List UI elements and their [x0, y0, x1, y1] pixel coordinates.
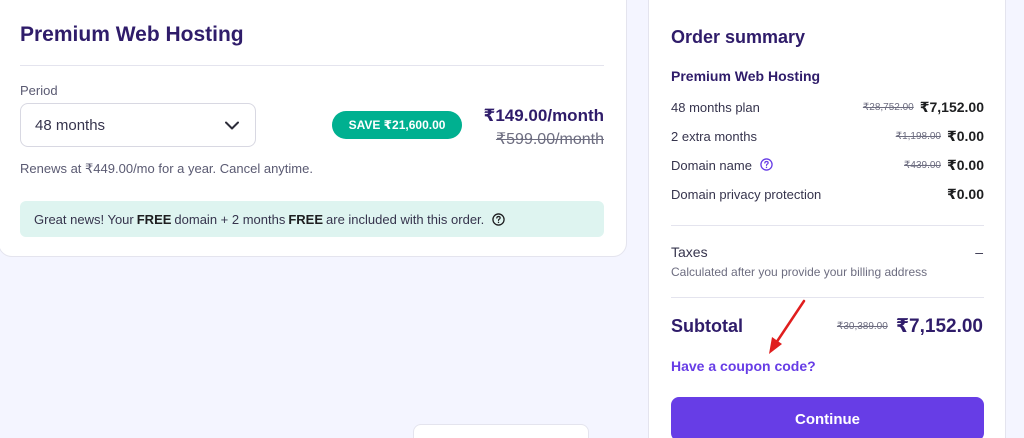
- renew-text: Renews at ₹449.00/mo for a year. Cancel …: [20, 161, 313, 176]
- taxes-value: –: [975, 244, 983, 260]
- line-item-domain: Domain name ₹439.00 ₹0.00: [671, 157, 984, 174]
- floating-panel-edge: [413, 424, 589, 438]
- banner-bold: FREE: [136, 211, 172, 227]
- help-icon[interactable]: [492, 212, 506, 226]
- subtotal-label: Subtotal: [671, 316, 743, 336]
- banner-text: are included with this order.: [326, 211, 485, 227]
- line-item-price: ₹7,152.00: [919, 99, 984, 115]
- line-item-label: 48 months plan: [671, 100, 760, 115]
- save-badge: SAVE ₹21,600.00: [332, 111, 462, 139]
- price-current: ₹149.00/month: [483, 106, 604, 125]
- banner-text: domain + 2 months: [174, 211, 286, 227]
- price-old: ₹599.00/month: [495, 131, 604, 148]
- line-item-price: ₹0.00: [947, 157, 984, 173]
- line-item-old-price: ₹439.00: [904, 160, 941, 171]
- divider: [671, 225, 984, 226]
- period-label: Period: [20, 83, 58, 98]
- divider: [20, 65, 604, 66]
- plan-title: Premium Web Hosting: [20, 23, 244, 46]
- line-item-old-price: ₹28,752.00: [862, 102, 914, 113]
- continue-button[interactable]: Continue: [671, 397, 984, 438]
- annotation-arrow-icon: [764, 298, 808, 361]
- period-selected-value: 48 months: [35, 116, 106, 134]
- banner-text: Great news! Your: [34, 211, 134, 227]
- line-item-label: 2 extra months: [671, 129, 757, 144]
- summary-product-name: Premium Web Hosting: [671, 68, 821, 84]
- divider: [671, 297, 984, 298]
- line-item-label: Domain privacy protection: [671, 187, 822, 202]
- order-summary-card: Order summary Premium Web Hosting 48 mon…: [648, 0, 1006, 438]
- plan-card: Premium Web Hosting Period 48 months SAV…: [0, 0, 627, 257]
- taxes-label: Taxes: [671, 244, 708, 260]
- line-item-price: ₹0.00: [947, 128, 984, 144]
- line-item-extra-months: 2 extra months ₹1,198.00 ₹0.00: [671, 128, 984, 145]
- summary-title: Order summary: [671, 27, 806, 47]
- taxes-note: Calculated after you provide your billin…: [671, 265, 928, 279]
- banner-bold: FREE: [288, 211, 324, 227]
- line-item-price: ₹0.00: [947, 186, 984, 202]
- subtotal-price: ₹7,152.00: [895, 316, 983, 337]
- line-item-plan: 48 months plan ₹28,752.00 ₹7,152.00: [671, 99, 984, 116]
- subtotal-amounts: ₹30,389.00 ₹7,152.00: [837, 315, 983, 338]
- chevron-down-icon: [225, 121, 239, 130]
- line-item-privacy: Domain privacy protection ₹0.00: [671, 186, 984, 203]
- period-dropdown[interactable]: 48 months: [20, 103, 256, 147]
- help-icon[interactable]: [760, 157, 773, 174]
- line-item-label: Domain name: [671, 158, 752, 173]
- line-item-old-price: ₹1,198.00: [895, 131, 941, 142]
- free-domain-banner: Great news! Your FREE domain + 2 months …: [20, 201, 604, 237]
- subtotal-old-price: ₹30,389.00: [836, 321, 888, 332]
